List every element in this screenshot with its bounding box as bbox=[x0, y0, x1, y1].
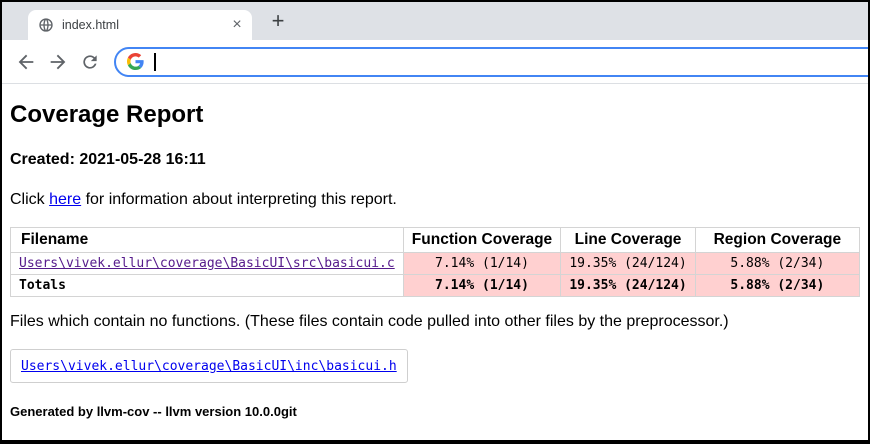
coverage-table: Filename Function Coverage Line Coverage… bbox=[10, 227, 860, 297]
info-line: Click here for information about interpr… bbox=[10, 191, 860, 209]
created-timestamp: Created: 2021-05-28 16:11 bbox=[10, 151, 860, 169]
filename-cell: Users\vivek.ellur\coverage\BasicUI\src\b… bbox=[11, 253, 404, 275]
header-file-link[interactable]: Users\vivek.ellur\coverage\BasicUI\inc\b… bbox=[21, 359, 397, 374]
browser-toolbar bbox=[2, 40, 868, 84]
reload-icon[interactable] bbox=[74, 46, 106, 78]
table-row: Users\vivek.ellur\coverage\BasicUI\src\b… bbox=[11, 253, 860, 275]
no-function-file-box: Users\vivek.ellur\coverage\BasicUI\inc\b… bbox=[10, 349, 408, 383]
region-coverage-cell: 5.88% (2/34) bbox=[695, 253, 859, 275]
column-header-function-coverage: Function Coverage bbox=[403, 228, 561, 253]
info-suffix: for information about interpreting this … bbox=[81, 191, 397, 208]
page-content: Coverage Report Created: 2021-05-28 16:1… bbox=[2, 84, 868, 440]
page-title: Coverage Report bbox=[10, 101, 860, 129]
function-coverage-cell: 7.14% (1/14) bbox=[403, 253, 561, 275]
globe-favicon-icon bbox=[38, 17, 54, 33]
info-prefix: Click bbox=[10, 191, 49, 208]
no-functions-note: Files which contain no functions. (These… bbox=[10, 313, 860, 331]
column-header-region-coverage: Region Coverage bbox=[695, 228, 859, 253]
browser-window: index.html × + Co bbox=[0, 0, 870, 444]
totals-row: Totals 7.14% (1/14) 19.35% (24/124) 5.88… bbox=[11, 275, 860, 297]
back-icon[interactable] bbox=[10, 46, 42, 78]
tab-close-icon[interactable]: × bbox=[228, 16, 246, 34]
totals-label: Totals bbox=[11, 275, 404, 297]
column-header-line-coverage: Line Coverage bbox=[561, 228, 695, 253]
totals-function-coverage-cell: 7.14% (1/14) bbox=[403, 275, 561, 297]
column-header-filename: Filename bbox=[11, 228, 404, 253]
line-coverage-cell: 19.35% (24/124) bbox=[561, 253, 695, 275]
address-bar[interactable] bbox=[114, 47, 868, 77]
info-here-link[interactable]: here bbox=[49, 191, 81, 208]
source-file-link[interactable]: Users\vivek.ellur\coverage\BasicUI\src\b… bbox=[19, 256, 395, 271]
generator-footer: Generated by llvm-cov -- llvm version 10… bbox=[10, 404, 860, 419]
new-tab-button[interactable]: + bbox=[264, 7, 292, 35]
tab-title: index.html bbox=[62, 18, 220, 32]
totals-line-coverage-cell: 19.35% (24/124) bbox=[561, 275, 695, 297]
totals-region-coverage-cell: 5.88% (2/34) bbox=[695, 275, 859, 297]
google-g-icon bbox=[127, 53, 144, 70]
tab-strip: index.html × + bbox=[2, 2, 868, 40]
browser-tab[interactable]: index.html × bbox=[28, 10, 252, 40]
text-caret bbox=[154, 53, 156, 71]
forward-icon[interactable] bbox=[42, 46, 74, 78]
coverage-table-header-row: Filename Function Coverage Line Coverage… bbox=[11, 228, 860, 253]
